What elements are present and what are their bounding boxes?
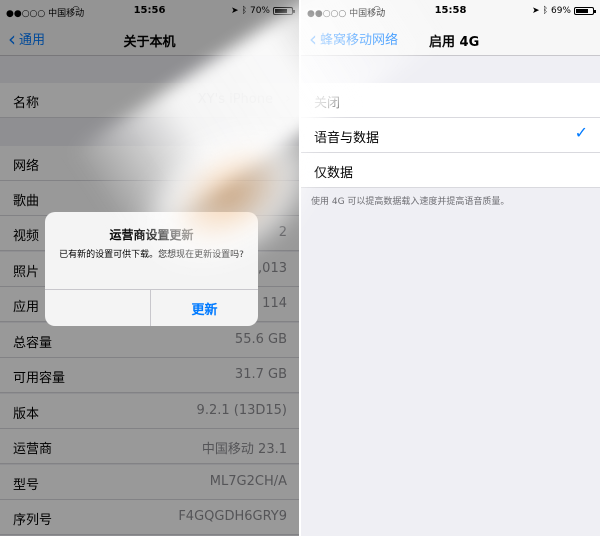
option-voice-and-data[interactable]: 语音与数据 ✓ — [301, 118, 600, 153]
about-screen: ●●○○○ 中国移动 ◠ 15:56 ➤ ᛒ 70% ‹ 通用 关于本机 名称 … — [0, 0, 299, 536]
nav-bar: ‹ 蜂窝移动网络 启用 4G — [301, 22, 600, 56]
option-label: 关闭 — [314, 96, 341, 111]
page-title: 启用 4G — [429, 35, 480, 50]
chevron-left-icon: ‹ — [309, 26, 317, 51]
alert-buttons: 更新 — [45, 289, 258, 326]
checkmark-icon: ✓ — [574, 123, 588, 142]
option-data-only[interactable]: 仅数据 — [301, 153, 600, 188]
bluetooth-icon: ᛒ — [542, 6, 548, 16]
battery-percent: 69% — [550, 6, 571, 16]
option-label: 语音与数据 — [314, 131, 380, 146]
footnote: 使用 4G 可以提高数据载入速度并提高语音质量。 — [311, 197, 510, 207]
update-button[interactable]: 更新 — [151, 290, 258, 326]
not-now-button[interactable] — [45, 290, 151, 326]
location-icon: ➤ — [532, 6, 540, 16]
back-button[interactable]: ‹ 蜂窝移动网络 — [309, 26, 399, 51]
option-off[interactable]: 关闭 — [301, 83, 600, 118]
alert-title: 运营商设置更新 — [109, 228, 194, 242]
status-bar: ●●○○○ 中国移动 ◠ 15:58 ➤ ᛒ 69% — [301, 0, 600, 22]
status-right: ➤ ᛒ 69% — [532, 6, 596, 16]
option-label: 仅数据 — [314, 166, 354, 181]
back-label: 蜂窝移动网络 — [320, 33, 399, 48]
enable-4g-screen: ●●○○○ 中国移动 ◠ 15:58 ➤ ᛒ 69% ‹ 蜂窝移动网络 启用 4… — [301, 0, 600, 536]
carrier-update-alert: 运营商设置更新 已有新的设置可供下载。您想现在更新设置吗? 更新 — [45, 212, 258, 326]
alert-message: 已有新的设置可供下载。您想现在更新设置吗? — [59, 250, 244, 260]
battery-icon — [574, 7, 596, 15]
